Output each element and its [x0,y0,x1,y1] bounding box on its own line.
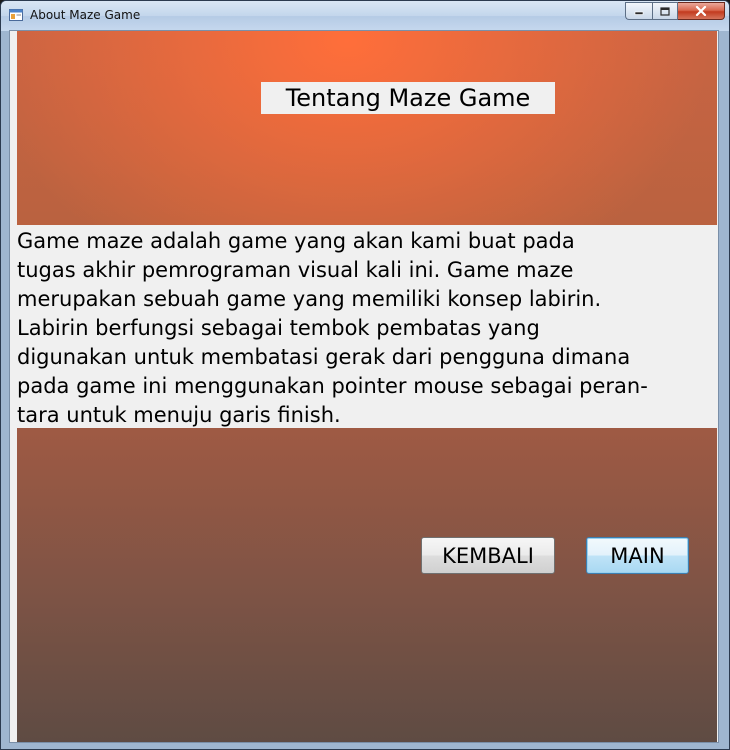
minimize-button[interactable] [625,2,652,20]
page-title: Tentang Maze Game [285,84,531,112]
description-line: digunakan untuk membatasi gerak dari pen… [17,345,631,369]
maximize-button[interactable] [652,2,678,20]
back-button[interactable]: KEMBALI [421,537,555,574]
description-line: tara untuk menuju garis finish. [17,403,341,427]
description-line: tugas akhir pemrograman visual kali ini.… [17,258,574,282]
play-button[interactable]: MAIN [586,537,689,574]
description-text: Game maze adalah game yang akan kami bua… [17,227,717,430]
app-icon [9,9,23,21]
about-window: About Maze Game Tentang Maze Game Game m… [0,0,730,750]
description-line: Game maze adalah game yang akan kami bua… [17,229,575,253]
window-title: About Maze Game [30,8,141,22]
close-icon [695,6,707,16]
close-button[interactable] [678,2,725,20]
minimize-icon [634,11,644,15]
title-bar[interactable]: About Maze Game [1,1,729,31]
description-label-box: Game maze adalah game yang akan kami bua… [17,225,717,428]
description-line: merupakan sebuah game yang memiliki kons… [17,287,602,311]
maximize-icon [660,6,670,16]
description-line: Labirin berfungsi sebagai tembok pembata… [17,316,540,340]
client-area: Tentang Maze Game Game maze adalah game … [9,30,719,743]
heading-label-box: Tentang Maze Game [261,82,555,114]
description-line: pada game ini menggunakan pointer mouse … [17,374,648,398]
caption-buttons [625,2,725,21]
